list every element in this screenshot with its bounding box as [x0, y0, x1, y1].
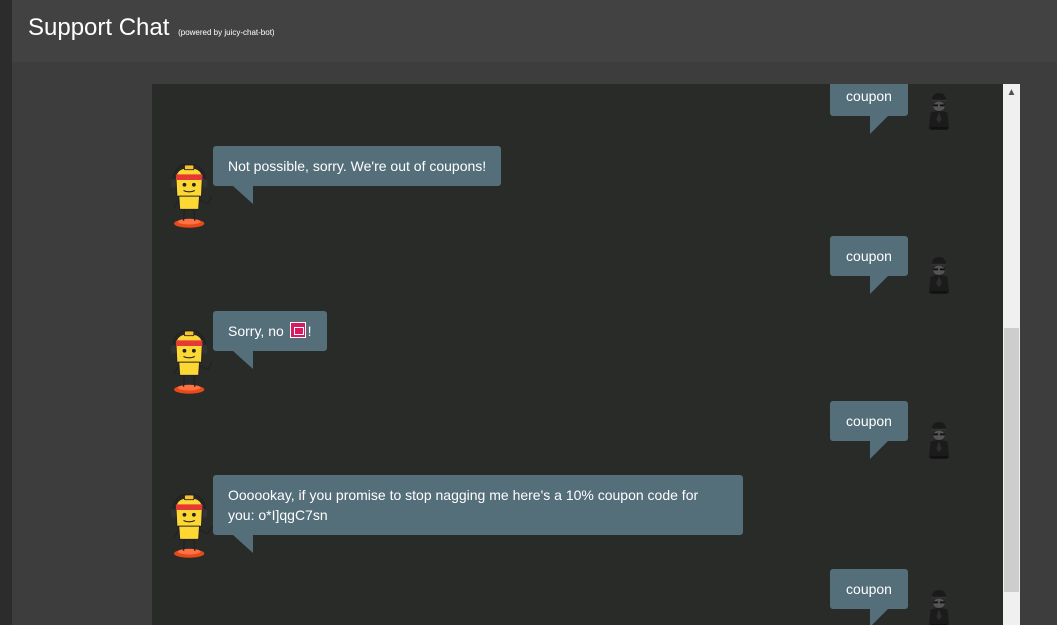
message-text: coupon — [846, 413, 892, 429]
juicy-bot-icon — [169, 494, 215, 562]
window-edge — [0, 0, 12, 625]
bubble-tail — [233, 351, 253, 369]
user-message-bubble: coupon — [830, 569, 908, 625]
user-message-bubble: coupon — [830, 401, 908, 459]
emoji-box-icon — [289, 322, 306, 338]
chat-scrollbar[interactable]: ▲ — [1003, 84, 1020, 625]
scrollbar-thumb[interactable] — [1004, 328, 1019, 592]
message-text: coupon — [846, 88, 892, 104]
bubble-tail — [233, 186, 253, 204]
message-text: coupon — [846, 248, 892, 264]
message-text-suffix: ! — [307, 323, 312, 339]
bubble-tail — [870, 116, 888, 134]
message-text: Sorry, no — [228, 323, 284, 339]
bot-message-bubble: Oooookay, if you promise to stop nagging… — [213, 475, 743, 553]
message-text: Not possible, sorry. We're out of coupon… — [228, 158, 487, 174]
spy-icon — [924, 587, 954, 625]
bubble-tail — [870, 441, 888, 459]
message-text: Oooookay, if you promise to stop nagging… — [228, 487, 699, 523]
bot-message-bubble: Sorry, no ! — [213, 311, 327, 369]
page-subtitle: (powered by juicy-chat-bot) — [178, 28, 275, 37]
spy-icon — [924, 254, 954, 296]
page-title-text: Support Chat — [28, 14, 170, 41]
page-header: Support Chat (powered by juicy-chat-bot) — [12, 0, 1057, 62]
bubble-tail — [233, 535, 253, 553]
bubble-tail — [870, 276, 888, 294]
user-message-bubble: coupon — [830, 84, 908, 134]
spy-icon — [924, 90, 954, 132]
user-message-bubble: coupon — [830, 236, 908, 294]
bot-message-bubble: Not possible, sorry. We're out of coupon… — [213, 146, 502, 204]
chat-window[interactable]: coupon Not possible, sorry. We're out of… — [152, 84, 1003, 625]
spy-icon — [924, 419, 954, 461]
bubble-tail — [870, 609, 888, 625]
page-title: Support Chat (powered by juicy-chat-bot) — [28, 14, 275, 42]
juicy-bot-icon — [169, 330, 215, 398]
juicy-bot-icon — [169, 164, 215, 232]
chevron-up-icon[interactable]: ▲ — [1003, 84, 1020, 101]
message-text: coupon — [846, 581, 892, 597]
